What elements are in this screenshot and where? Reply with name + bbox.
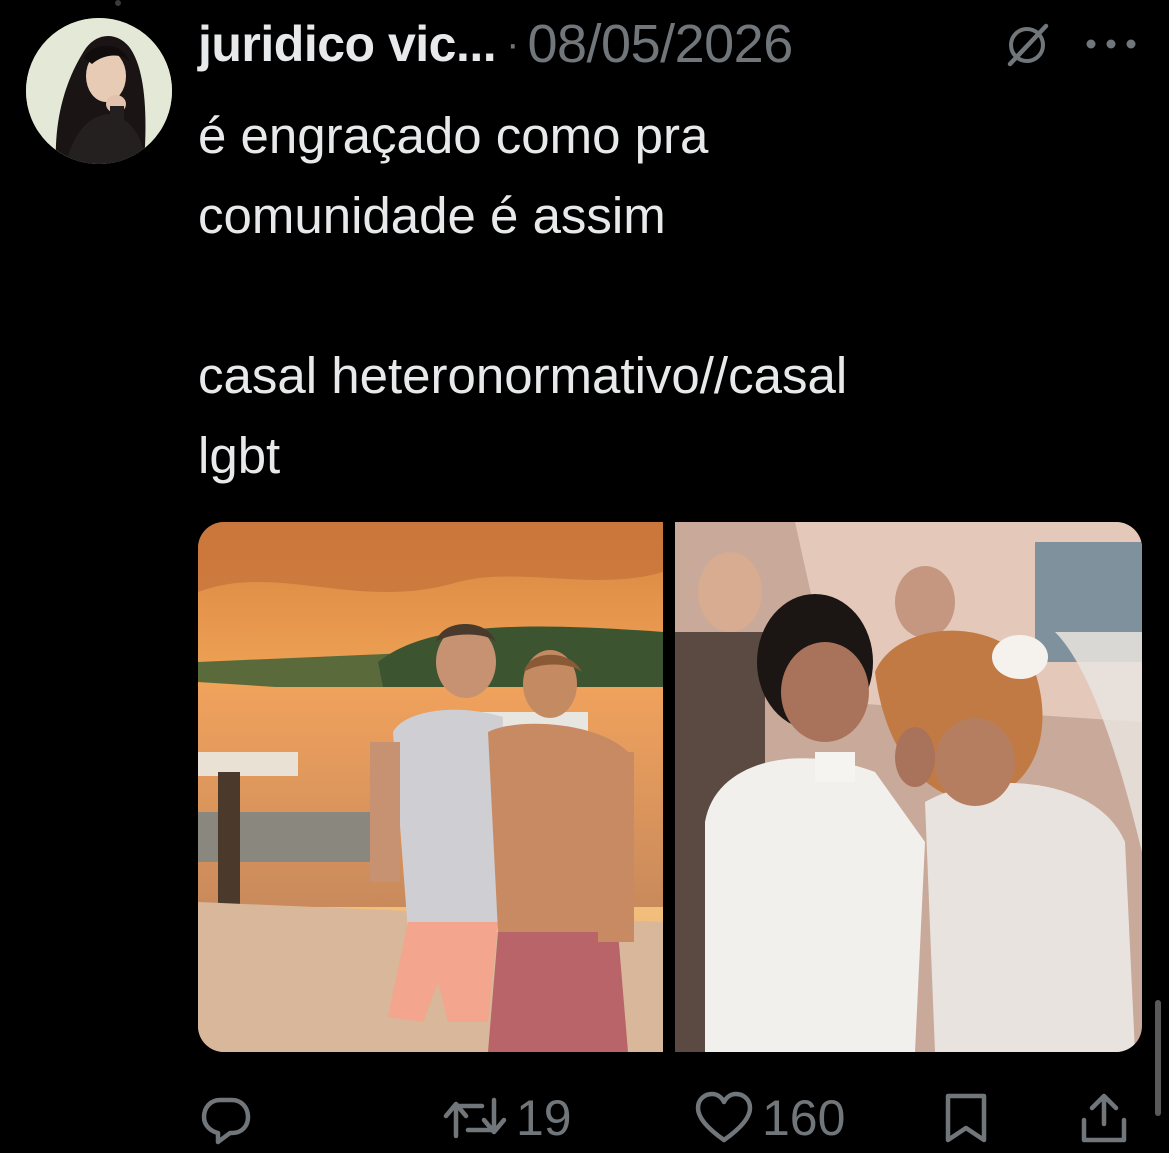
like-count: 160 — [762, 1090, 846, 1146]
reply-icon — [201, 1097, 251, 1145]
bookmark-icon — [945, 1093, 987, 1143]
photo-right[interactable] — [675, 522, 1142, 1052]
tweet-header: juridico vic... · 08/05/2026 — [198, 12, 793, 76]
tweet-date[interactable]: 08/05/2026 — [527, 13, 793, 75]
author-display-name[interactable]: juridico vic... — [198, 15, 497, 73]
retweet-icon — [443, 1097, 507, 1139]
tweet[interactable]: juridico vic... · 08/05/2026 é engraçado… — [0, 0, 1169, 1153]
header-separator: · — [506, 21, 520, 66]
photo-divider — [663, 522, 675, 1052]
heart-icon — [695, 1091, 753, 1143]
media-grid — [198, 522, 1142, 1052]
scrollbar[interactable] — [1155, 1000, 1161, 1116]
photo-right-image — [675, 522, 1142, 1052]
avatar[interactable] — [26, 18, 172, 164]
thread-line-dot — [115, 0, 121, 6]
share-icon — [1081, 1093, 1127, 1143]
avatar-image — [26, 18, 172, 164]
tweet-text: é engraçado como pra comunidade é assim … — [198, 107, 848, 484]
photo-left-image — [198, 522, 663, 1052]
photo-left[interactable] — [198, 522, 663, 1052]
retweet-count: 19 — [516, 1090, 572, 1146]
grok-icon[interactable] — [1002, 20, 1052, 70]
retweet-button[interactable]: 19 — [442, 1088, 572, 1148]
bookmark-button[interactable] — [942, 1088, 990, 1148]
reply-button[interactable] — [198, 1088, 254, 1148]
more-icon[interactable] — [1082, 34, 1140, 54]
share-button[interactable] — [1078, 1088, 1130, 1148]
like-button[interactable]: 160 — [694, 1088, 845, 1148]
tweet-actions: 19 160 — [198, 1088, 1142, 1148]
